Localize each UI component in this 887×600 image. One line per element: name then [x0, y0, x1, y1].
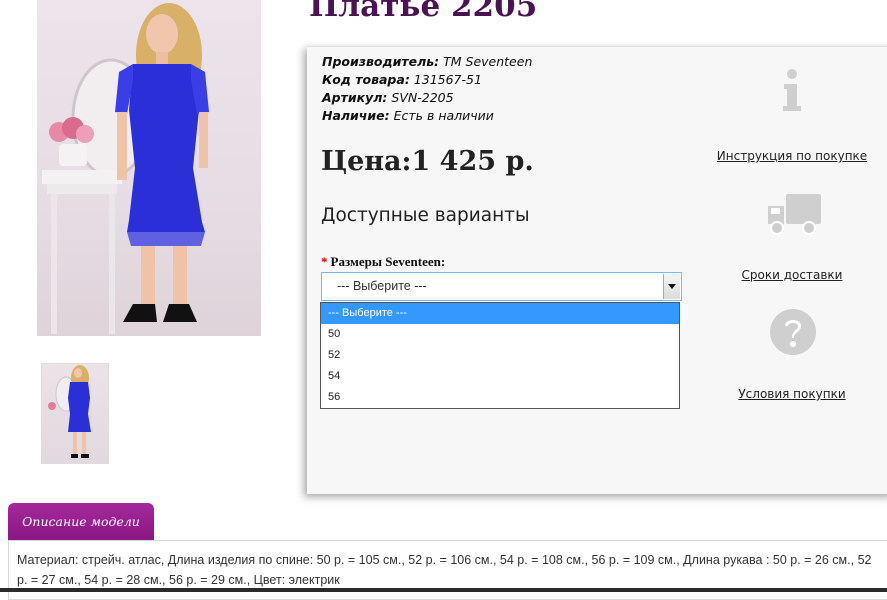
meta-article: Артикул: SVN-2205	[322, 89, 532, 107]
product-title: Платье 2205	[309, 0, 538, 24]
meta-manufacturer-label: Производитель:	[322, 54, 440, 69]
tab-model-description[interactable]: Описание модели	[8, 503, 154, 540]
meta-product-code-value: 131567-51	[409, 72, 482, 87]
meta-article-value: SVN-2205	[387, 90, 454, 105]
size-option-placeholder[interactable]: --- Выберите ---	[321, 303, 679, 324]
delivery-terms-link[interactable]: Сроки доставки	[702, 268, 882, 282]
size-label-text: Размеры Seventeen:	[330, 254, 446, 269]
required-marker: *	[321, 254, 328, 269]
question-icon[interactable]	[769, 308, 817, 356]
purchase-conditions-link[interactable]: Условия покупки	[702, 387, 882, 401]
product-meta: Производитель: TM Seventeen Код товара: …	[322, 53, 532, 125]
size-dropdown-list: --- Выберите --- 50 52 54 56	[320, 302, 680, 409]
size-option-56[interactable]: 56	[321, 387, 679, 408]
product-price: Цена:1 425 р.	[321, 146, 534, 177]
product-main-image[interactable]	[37, 0, 261, 336]
size-select[interactable]: --- Выберите ---	[321, 272, 682, 301]
meta-product-code: Код товара: 131567-51	[322, 71, 532, 89]
chevron-down-icon	[668, 284, 676, 289]
meta-manufacturer: Производитель: TM Seventeen	[322, 53, 532, 71]
description-text: Материал: стрейч. атлас, Длина изделия п…	[17, 553, 872, 587]
dress-thumbnail-icon	[48, 365, 91, 458]
info-icon[interactable]	[780, 68, 804, 112]
dress-photo-icon	[42, 3, 209, 334]
meta-availability: Наличие: Есть в наличии	[322, 107, 532, 125]
delivery-truck-icon[interactable]	[766, 192, 822, 236]
taskbar-strip	[0, 588, 887, 592]
size-select-value: --- Выберите ---	[337, 279, 427, 293]
meta-availability-label: Наличие:	[322, 108, 390, 123]
size-option-50[interactable]: 50	[321, 324, 679, 345]
meta-article-label: Артикул:	[322, 90, 388, 105]
product-thumbnail[interactable]	[41, 363, 109, 464]
variants-heading: Доступные варианты	[321, 205, 530, 226]
meta-manufacturer-value: TM Seventeen	[439, 54, 533, 69]
size-option-54[interactable]: 54	[321, 366, 679, 387]
purchase-instruction-link[interactable]: Инструкция по покупке	[702, 149, 882, 163]
size-select-label: * Размеры Seventeen:	[321, 254, 445, 270]
dropdown-arrow-button[interactable]	[663, 274, 680, 299]
meta-availability-value: Есть в наличии	[389, 108, 494, 123]
meta-product-code-label: Код товара:	[322, 72, 410, 87]
size-option-52[interactable]: 52	[321, 345, 679, 366]
